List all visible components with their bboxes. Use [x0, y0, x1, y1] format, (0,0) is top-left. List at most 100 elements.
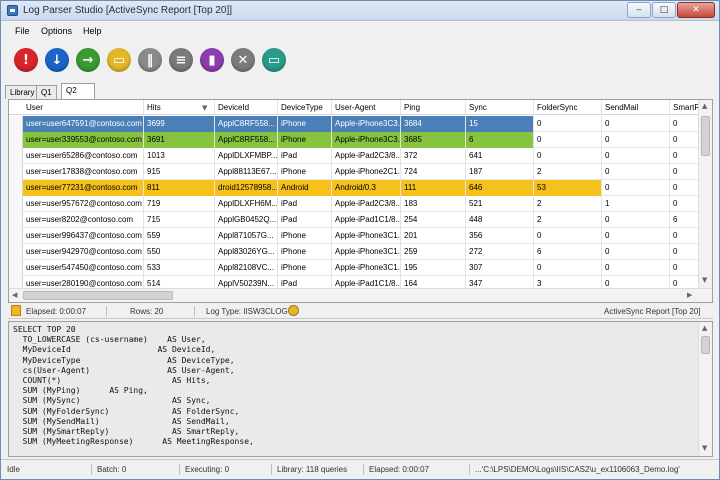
column-header-sync[interactable]: Sync: [466, 100, 534, 115]
grid-cell[interactable]: iPhone: [278, 228, 332, 244]
column-header-sendmail[interactable]: SendMail: [602, 100, 670, 115]
grid-cell[interactable]: 356: [466, 228, 534, 244]
grid-cell[interactable]: 550: [144, 244, 215, 260]
column-header-ping[interactable]: Ping: [401, 100, 466, 115]
grid-cell[interactable]: Appl871057G...: [215, 228, 278, 244]
row-header[interactable]: [9, 164, 23, 180]
table-row[interactable]: user=user957672@contoso.com 719 ApplDLXFH6…: [9, 196, 710, 212]
grid-cell[interactable]: 0: [534, 132, 602, 148]
editor-vertical-scrollbar[interactable]: ▲ ▼: [698, 322, 712, 456]
grid-cell[interactable]: user=user957672@contoso.com: [23, 196, 144, 212]
grid-cell[interactable]: Android/0.3: [332, 180, 401, 196]
grid-cell[interactable]: 0: [602, 148, 670, 164]
grid-cell[interactable]: Apple-iPhone3C3...: [332, 132, 401, 148]
grid-cell[interactable]: 15: [466, 116, 534, 132]
grid-cell[interactable]: 2: [534, 212, 602, 228]
scroll-thumb[interactable]: [701, 116, 710, 156]
grid-cell[interactable]: 307: [466, 260, 534, 276]
grid-vertical-scrollbar[interactable]: ▲ ▼: [698, 100, 712, 288]
grid-cell[interactable]: 915: [144, 164, 215, 180]
grid-cell[interactable]: iPad: [278, 212, 332, 228]
grid-cell[interactable]: 0: [534, 148, 602, 164]
grid-cell[interactable]: 3685: [401, 132, 466, 148]
grid-cell[interactable]: 724: [401, 164, 466, 180]
grid-cell[interactable]: 3699: [144, 116, 215, 132]
grid-cell[interactable]: 811: [144, 180, 215, 196]
chart-button[interactable]: ▮: [200, 48, 224, 72]
folder-open-button[interactable]: ▭: [107, 48, 131, 72]
table-row[interactable]: user=user17838@contoso.com 915 Appl88113E6…: [9, 164, 710, 180]
table-row[interactable]: user=user8202@contoso.com 715 ApplGB0452Q.…: [9, 212, 710, 228]
row-header[interactable]: [9, 116, 23, 132]
grid-cell[interactable]: 3691: [144, 132, 215, 148]
menu-options[interactable]: Options: [41, 26, 72, 36]
grid-cell[interactable]: 0: [602, 244, 670, 260]
grid-cell[interactable]: user=user942970@contoso.com: [23, 244, 144, 260]
grid-cell[interactable]: Apple-iPad1C1/8...: [332, 212, 401, 228]
tab-q1[interactable]: Q1: [36, 85, 57, 99]
grid-cell[interactable]: 372: [401, 148, 466, 164]
grid-cell[interactable]: Apple-iPhone3C1...: [332, 244, 401, 260]
grid-cell[interactable]: 187: [466, 164, 534, 180]
editor-scroll-thumb[interactable]: [701, 336, 710, 354]
pause-button[interactable]: ‖: [138, 48, 162, 72]
grid-cell[interactable]: ApplC8RF558...: [215, 116, 278, 132]
scroll-left-icon[interactable]: ◀: [12, 291, 17, 299]
column-header-deviceid[interactable]: DeviceId: [215, 100, 278, 115]
grid-cell[interactable]: 0: [602, 180, 670, 196]
grid-cell[interactable]: 183: [401, 196, 466, 212]
grid-cell[interactable]: 2: [534, 196, 602, 212]
grid-cell[interactable]: Appl88113E67...: [215, 164, 278, 180]
column-header-foldersync[interactable]: FolderSync: [534, 100, 602, 115]
grid-cell[interactable]: 715: [144, 212, 215, 228]
query-text[interactable]: SELECT TOP 20 TO_LOWERCASE (cs-username)…: [13, 325, 254, 447]
grid-cell[interactable]: 6: [466, 132, 534, 148]
grid-cell[interactable]: user=user339553@contoso.com: [23, 132, 144, 148]
menu-file[interactable]: File: [15, 26, 30, 36]
download-button[interactable]: ↓: [45, 48, 69, 72]
grid-cell[interactable]: 448: [466, 212, 534, 228]
grid-cell[interactable]: 1013: [144, 148, 215, 164]
grid-cell[interactable]: Android: [278, 180, 332, 196]
grid-cell[interactable]: 2: [534, 164, 602, 180]
grid-cell[interactable]: Apple-iPad2C3/8...: [332, 148, 401, 164]
grid-cell[interactable]: user=user65286@contoso.com: [23, 148, 144, 164]
grid-cell[interactable]: 533: [144, 260, 215, 276]
column-header-devicetype[interactable]: DeviceType: [278, 100, 332, 115]
query-editor[interactable]: SELECT TOP 20 TO_LOWERCASE (cs-username)…: [8, 321, 713, 457]
grid-cell[interactable]: iPhone: [278, 164, 332, 180]
grid-cell[interactable]: 0: [602, 212, 670, 228]
scroll-down-icon[interactable]: ▼: [702, 444, 707, 452]
grid-cell[interactable]: 0: [534, 228, 602, 244]
row-header[interactable]: [9, 244, 23, 260]
grid-cell[interactable]: 1: [602, 196, 670, 212]
tab-q2[interactable]: Q2: [61, 83, 95, 99]
export-button[interactable]: ▭: [262, 48, 286, 72]
table-row[interactable]: user=user547450@contoso.com 533 Appl82108V…: [9, 260, 710, 276]
row-header[interactable]: [9, 196, 23, 212]
power-icon[interactable]: [288, 305, 299, 316]
grid-cell[interactable]: ApplGB0452Q...: [215, 212, 278, 228]
grid-cell[interactable]: ApplDLXFH6M...: [215, 196, 278, 212]
grid-cell[interactable]: 0: [602, 260, 670, 276]
table-row[interactable]: user=user77231@contoso.com 811 droid125789…: [9, 180, 710, 196]
scroll-up-icon[interactable]: ▲: [702, 324, 707, 332]
row-header[interactable]: [9, 228, 23, 244]
grid-cell[interactable]: iPad: [278, 196, 332, 212]
grid-cell[interactable]: iPhone: [278, 116, 332, 132]
grid-cell[interactable]: iPad: [278, 148, 332, 164]
grid-horizontal-scrollbar[interactable]: ◀ ▶: [9, 288, 712, 302]
table-row[interactable]: user=user996437@contoso.com 559 Appl871057…: [9, 228, 710, 244]
grid-cell[interactable]: 0: [602, 116, 670, 132]
table-row[interactable]: user=user647591@contoso.com 3699 ApplC8RF5…: [9, 116, 710, 132]
row-header[interactable]: [9, 148, 23, 164]
grid-cell[interactable]: Apple-iPad2C3/8...: [332, 196, 401, 212]
run-arrow-button[interactable]: →: [76, 48, 100, 72]
grid-cell[interactable]: ApplC8RF558...: [215, 132, 278, 148]
hscroll-thumb[interactable]: [23, 291, 173, 300]
table-row[interactable]: user=user65286@contoso.com 1013 ApplDLXFMB…: [9, 148, 710, 164]
grid-cell[interactable]: 3684: [401, 116, 466, 132]
column-header-user-agent[interactable]: User-Agent: [332, 100, 401, 115]
tab-library[interactable]: Library: [5, 85, 40, 99]
grid-cell[interactable]: 0: [602, 164, 670, 180]
